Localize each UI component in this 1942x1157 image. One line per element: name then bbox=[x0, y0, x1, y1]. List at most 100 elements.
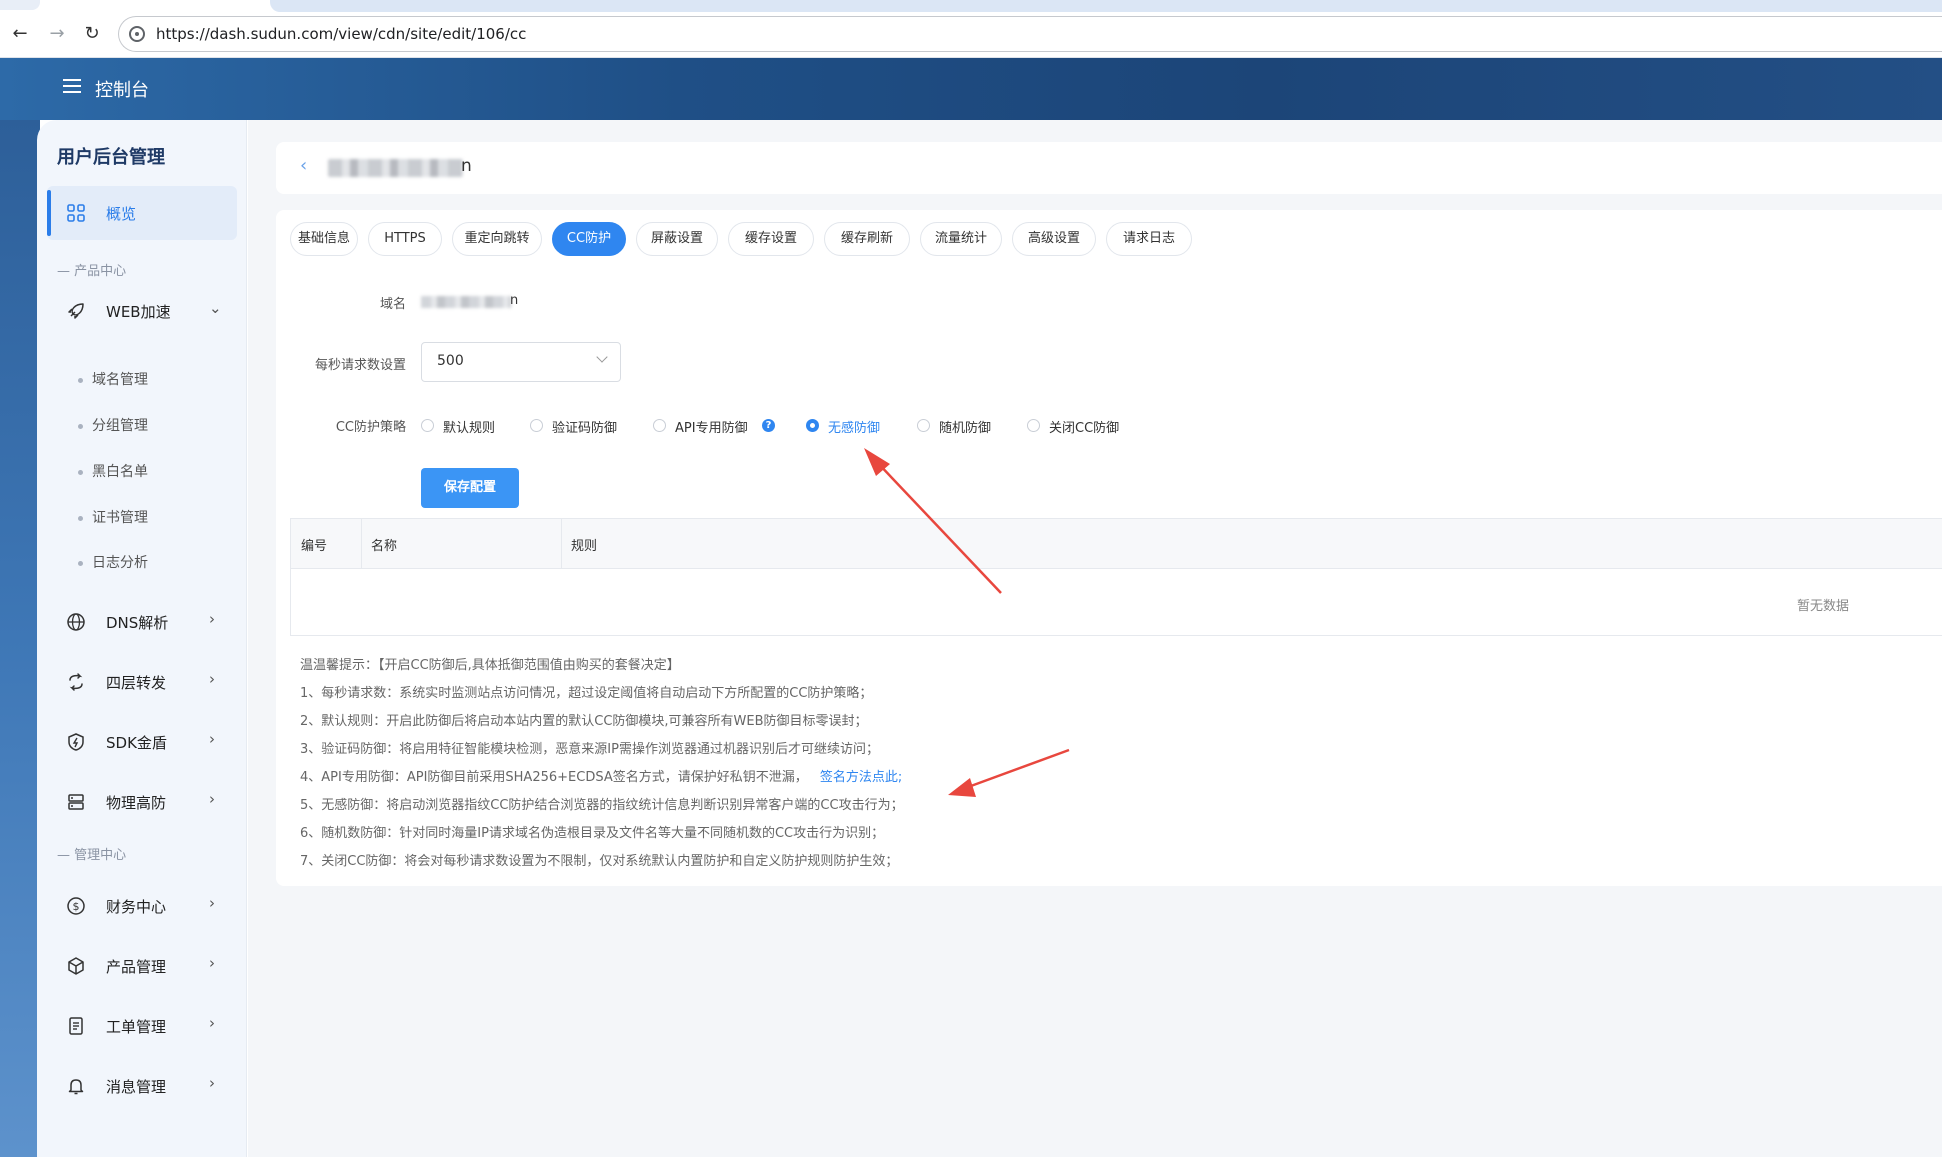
sidebar-item-label: 产品管理 bbox=[106, 958, 167, 976]
sidebar-sub-item-group[interactable]: 分组管理 bbox=[92, 415, 148, 435]
back-chevron-icon[interactable]: ‹ bbox=[300, 155, 307, 176]
tab-request-logs[interactable]: 请求日志 bbox=[1106, 222, 1192, 256]
domain-value-tail: n bbox=[510, 293, 519, 308]
swap-arrows-icon bbox=[69, 673, 83, 691]
tab-https[interactable]: HTTPS bbox=[368, 222, 442, 256]
bullet-dot-icon bbox=[78, 516, 83, 521]
document-icon bbox=[69, 1017, 83, 1035]
tips-line-5: 5、无感防御：将启动浏览器指纹CC防护结合浏览器的指纹统计信息判断识别异常客户端… bbox=[300, 798, 904, 813]
table-header: 编号 名称 规则 bbox=[291, 519, 1942, 569]
signature-method-link[interactable]: 签名方法点此 bbox=[820, 770, 898, 785]
cube-icon bbox=[68, 957, 84, 975]
globe-icon bbox=[67, 613, 85, 631]
tab-block-settings[interactable]: 屏蔽设置 bbox=[636, 222, 718, 256]
address-bar[interactable]: https://dash.sudun.com/view/cdn/site/edi… bbox=[118, 16, 1942, 52]
chevron-down-icon: ⌄ bbox=[209, 299, 222, 317]
tab-cache-settings[interactable]: 缓存设置 bbox=[728, 222, 814, 256]
section-product-label: 产品中心 bbox=[74, 264, 127, 279]
chevron-right-icon: › bbox=[209, 1074, 215, 1092]
grid-icon bbox=[67, 204, 85, 222]
header-title: 控制台 bbox=[95, 80, 149, 101]
tab-traffic-stats[interactable]: 流量统计 bbox=[920, 222, 1002, 256]
reload-icon[interactable]: ↻ bbox=[80, 22, 104, 46]
radio-label: 随机防御 bbox=[939, 421, 992, 436]
sidebar-item-label: 工单管理 bbox=[106, 1018, 167, 1036]
back-arrow-icon[interactable]: ← bbox=[8, 22, 32, 46]
chevron-right-icon: › bbox=[209, 730, 215, 748]
chevron-down-icon bbox=[596, 351, 608, 363]
tab-redirect[interactable]: 重定向跳转 bbox=[452, 222, 542, 256]
radio-label: 无感防御 bbox=[828, 421, 881, 436]
site-info-icon[interactable] bbox=[129, 26, 145, 42]
radio-circle[interactable] bbox=[530, 419, 543, 432]
radio-label: API专用防御 bbox=[675, 421, 748, 436]
bell-icon bbox=[68, 1079, 84, 1095]
tab-cache-refresh[interactable]: 缓存刷新 bbox=[824, 222, 910, 256]
sidebar-item-finance[interactable]: $ 财务中心 › bbox=[37, 886, 247, 926]
radio-circle-checked[interactable] bbox=[806, 419, 819, 432]
sidebar-item-label: SDK金盾 bbox=[106, 734, 167, 752]
domain-redacted bbox=[328, 159, 463, 177]
tab-advanced[interactable]: 高级设置 bbox=[1012, 222, 1096, 256]
sidebar-item-products[interactable]: 产品管理 › bbox=[37, 946, 247, 986]
rps-select[interactable]: 500 bbox=[421, 342, 621, 382]
sidebar-item-l4[interactable]: 四层转发 › bbox=[37, 662, 247, 702]
shield-icon bbox=[68, 733, 84, 751]
sidebar-sub-item-blackwhite[interactable]: 黑白名单 bbox=[92, 461, 148, 481]
radio-circle[interactable] bbox=[917, 419, 930, 432]
table-empty-text: 暂无数据 bbox=[1797, 599, 1850, 614]
tips-line-2: 2、默认规则：开启此防御后将启动本站内置的默认CC防御模块,可兼容所有WEB防御… bbox=[300, 714, 868, 729]
sidebar-item-sdk[interactable]: SDK金盾 › bbox=[37, 722, 247, 762]
browser-tab-strip bbox=[270, 0, 1942, 12]
sidebar-item-dns[interactable]: DNS解析 › bbox=[37, 602, 247, 642]
sidebar-item-physical[interactable]: 物理高防 › bbox=[37, 782, 247, 822]
tips-title: 温温馨提示：【开启CC防御后,具体抵御范围值由购买的套餐决定】 bbox=[300, 658, 680, 673]
sidebar-item-label: 财务中心 bbox=[106, 898, 167, 916]
bullet-dot-icon bbox=[78, 378, 83, 383]
chevron-right-icon: › bbox=[209, 954, 215, 972]
tips-link-suffix: ; bbox=[897, 770, 903, 785]
sidebar-item-tickets[interactable]: 工单管理 › bbox=[37, 1006, 247, 1046]
sidebar-item-overview[interactable]: 概览 bbox=[37, 193, 247, 233]
question-icon[interactable]: ? bbox=[762, 419, 775, 432]
radio-circle[interactable] bbox=[653, 419, 666, 432]
bullet-dot-icon bbox=[78, 561, 83, 566]
domain-value-redacted bbox=[421, 296, 511, 308]
sidebar-title: 用户后台管理 bbox=[57, 147, 165, 168]
tips-line-3: 3、验证码防御：将启用特征智能模块检测，恶意来源IP需操作浏览器通过机器识别后才… bbox=[300, 742, 879, 757]
section-manage-label: 管理中心 bbox=[74, 848, 127, 863]
chevron-right-icon: › bbox=[209, 790, 215, 808]
tips-line-4-wrap: 4、API专用防御：API防御目前采用SHA256+ECDSA签名方式，请保护好… bbox=[300, 766, 902, 785]
column-divider bbox=[561, 519, 562, 569]
sidebar-sub-item-domain[interactable]: 域名管理 bbox=[92, 369, 148, 389]
tab-cc-protection[interactable]: CC防护 bbox=[552, 222, 626, 256]
dollar-icon: $ bbox=[67, 897, 85, 915]
url-text[interactable]: https://dash.sudun.com/view/cdn/site/edi… bbox=[156, 25, 526, 43]
column-header-id: 编号 bbox=[301, 539, 328, 554]
page-header-card: ‹ n bbox=[276, 142, 1942, 194]
app-header: 控制台 bbox=[0, 58, 1942, 120]
radio-circle[interactable] bbox=[421, 419, 434, 432]
save-config-button[interactable]: 保存配置 bbox=[421, 468, 519, 508]
radio-label: 默认规则 bbox=[443, 421, 496, 436]
forward-arrow-icon[interactable]: → bbox=[45, 22, 69, 46]
sidebar-item-web-accel[interactable]: WEB加速 ⌄ bbox=[37, 291, 247, 331]
chevron-right-icon: › bbox=[209, 894, 215, 912]
tips-line-7: 7、关闭CC防御：将会对每秒请求数设置为不限制，仅对系统默认内置防护和自定义防护… bbox=[300, 854, 899, 869]
sidebar-item-label: DNS解析 bbox=[106, 614, 169, 632]
browser-toolbar: ← → ↻ https://dash.sudun.com/view/cdn/si… bbox=[0, 0, 1942, 58]
hamburger-menu-icon[interactable] bbox=[63, 79, 81, 93]
column-header-rule: 规则 bbox=[571, 539, 598, 554]
sidebar-sub-item-logs[interactable]: 日志分析 bbox=[92, 552, 148, 572]
tab-basic-info[interactable]: 基础信息 bbox=[290, 222, 358, 256]
sidebar-item-messages[interactable]: 消息管理 › bbox=[37, 1066, 247, 1106]
sidebar-item-label: WEB加速 bbox=[106, 303, 171, 321]
sidebar-item-label: 四层转发 bbox=[106, 674, 167, 692]
section-manage-center: — 管理中心 bbox=[57, 848, 127, 863]
radio-label: 关闭CC防御 bbox=[1049, 421, 1120, 436]
radio-circle[interactable] bbox=[1027, 419, 1040, 432]
section-product-center: — 产品中心 bbox=[57, 264, 127, 279]
sidebar-item-label: 物理高防 bbox=[106, 794, 167, 812]
cc-rules-table: 编号 名称 规则 暂无数据 bbox=[290, 518, 1942, 636]
sidebar-sub-item-cert[interactable]: 证书管理 bbox=[92, 507, 148, 527]
